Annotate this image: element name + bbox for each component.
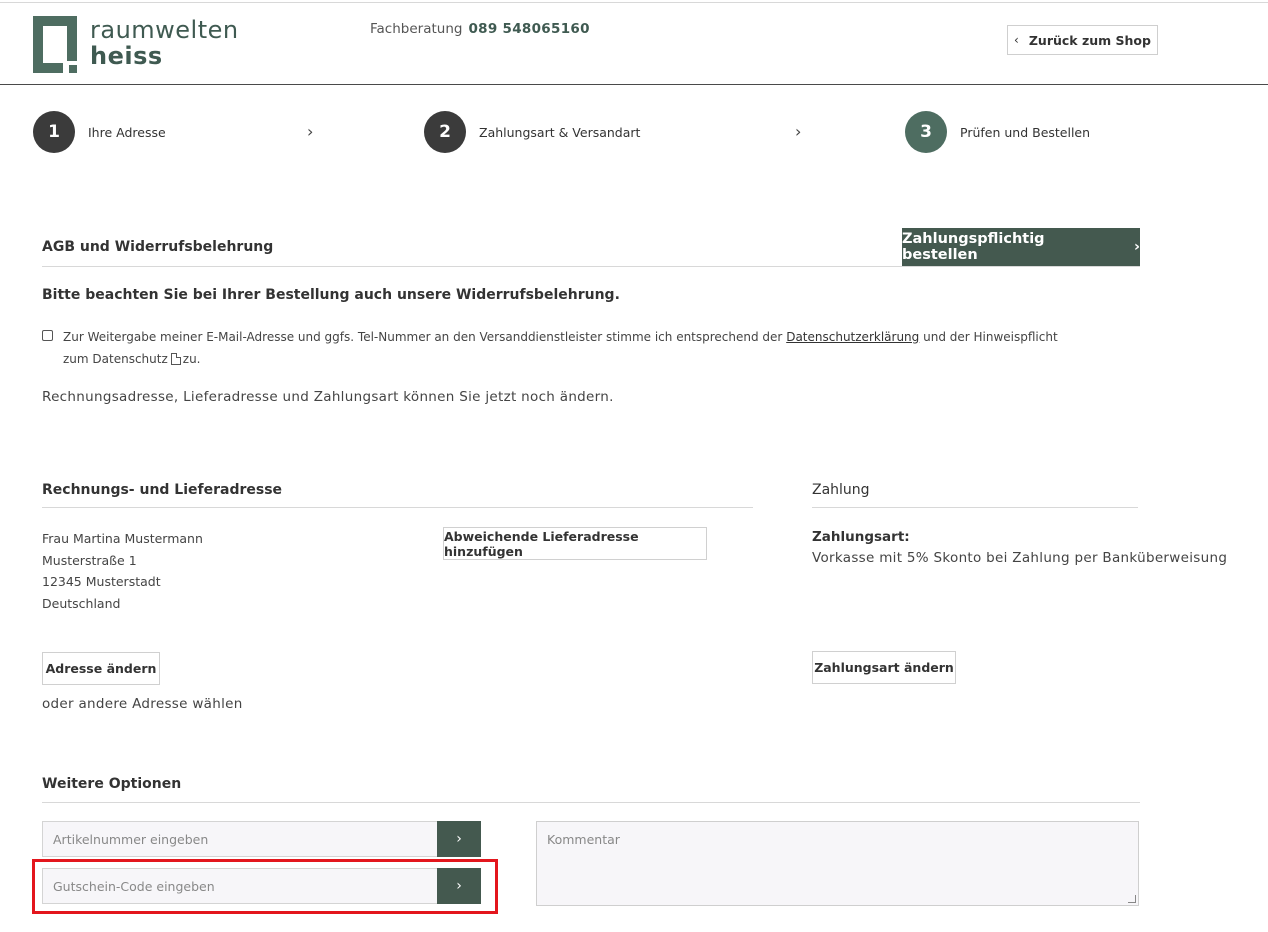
step-number: 3 — [905, 111, 947, 153]
privacy-consent-checkbox[interactable] — [42, 330, 53, 341]
step-label: Prüfen und Bestellen — [960, 124, 1091, 140]
address-divider — [42, 507, 753, 508]
chevron-right-icon: › — [456, 831, 462, 847]
pdf-icon[interactable] — [170, 353, 181, 365]
logo-text-heiss: heiss — [90, 42, 163, 70]
payment-title: Zahlung — [812, 482, 870, 498]
address-line: Deutschland — [42, 595, 121, 611]
step-payment-shipping[interactable]: 2 Zahlungsart & Versandart — [424, 111, 641, 153]
privacy-policy-link[interactable]: Datenschutzerklärung — [786, 330, 919, 344]
change-address-button[interactable]: Adresse ändern — [42, 652, 160, 685]
agb-divider — [42, 266, 1140, 267]
place-order-button[interactable]: Zahlungspflichtig bestellen › — [902, 228, 1140, 266]
resize-handle-icon[interactable] — [1128, 895, 1136, 903]
consulting-hotline: Fachberatung 089 548065160 — [370, 21, 590, 37]
consent-text: und der Hinweispflicht — [923, 330, 1058, 344]
choose-other-address-link[interactable]: oder andere Adresse wählen — [42, 696, 243, 712]
chevron-left-icon: ‹ — [1014, 33, 1019, 47]
change-payment-button[interactable]: Zahlungsart ändern — [812, 651, 956, 684]
withdrawal-notice: Bitte beachten Sie bei Ihrer Bestellung … — [42, 287, 620, 303]
payment-method-value: Vorkasse mit 5% Skonto bei Zahlung per B… — [812, 550, 1228, 566]
address-line: 12345 Musterstadt — [42, 574, 161, 589]
address-line: Frau Martina Mustermann — [42, 531, 203, 546]
agb-title: AGB und Widerrufsbelehrung — [42, 239, 274, 255]
address-line: Musterstraße 1 — [42, 552, 137, 568]
privacy-consent: Zur Weitergabe meiner E-Mail-Adresse und… — [42, 326, 1112, 370]
back-to-shop-button[interactable]: ‹ Zurück zum Shop — [1007, 25, 1158, 55]
step-review-order: 3 Prüfen und Bestellen — [905, 111, 1091, 153]
options-title: Weitere Optionen — [42, 776, 182, 792]
address-title: Rechnungs- und Lieferadresse — [42, 482, 283, 498]
article-submit-button[interactable]: › — [437, 821, 481, 857]
chevron-right-icon: › — [795, 122, 802, 141]
chevron-right-icon: › — [307, 122, 314, 141]
consulting-phone[interactable]: 089 548065160 — [468, 21, 589, 37]
payment-divider — [812, 507, 1138, 508]
chevron-right-icon: › — [1134, 239, 1140, 255]
top-border — [0, 2, 1268, 3]
options-divider — [42, 802, 1140, 803]
logo[interactable]: raumwelten heiss — [33, 16, 263, 76]
header-divider — [0, 84, 1268, 85]
back-to-shop-label: Zurück zum Shop — [1028, 32, 1151, 48]
consulting-label: Fachberatung — [370, 21, 463, 37]
consent-text: Zur Weitergabe meiner E-Mail-Adresse und… — [63, 330, 783, 344]
voucher-highlight-box — [32, 859, 498, 914]
step-label: Ihre Adresse — [88, 124, 166, 140]
logo-mark-icon — [33, 16, 77, 73]
consent-text: zu. — [182, 352, 201, 366]
logo-text-raumwelten: raumwelten — [90, 16, 239, 44]
step-address[interactable]: 1 Ihre Adresse — [33, 111, 166, 153]
article-number-input[interactable]: Artikelnummer eingeben — [42, 821, 438, 857]
step-label: Zahlungsart & Versandart — [479, 124, 641, 140]
address-block: Frau Martina Mustermann Musterstraße 1 1… — [42, 528, 203, 614]
comment-textarea[interactable]: Kommentar — [536, 821, 1139, 906]
consent-text: zum Datenschutz — [63, 352, 168, 366]
comment-placeholder: Kommentar — [547, 832, 620, 847]
step-number: 1 — [33, 111, 75, 153]
change-note: Rechnungsadresse, Lieferadresse und Zahl… — [42, 389, 614, 405]
place-order-label: Zahlungspflichtig bestellen — [902, 231, 1045, 263]
step-number: 2 — [424, 111, 466, 153]
payment-method-label: Zahlungsart: — [812, 529, 910, 545]
add-delivery-address-button[interactable]: Abweichende Lieferadresse hinzufügen — [443, 527, 707, 560]
